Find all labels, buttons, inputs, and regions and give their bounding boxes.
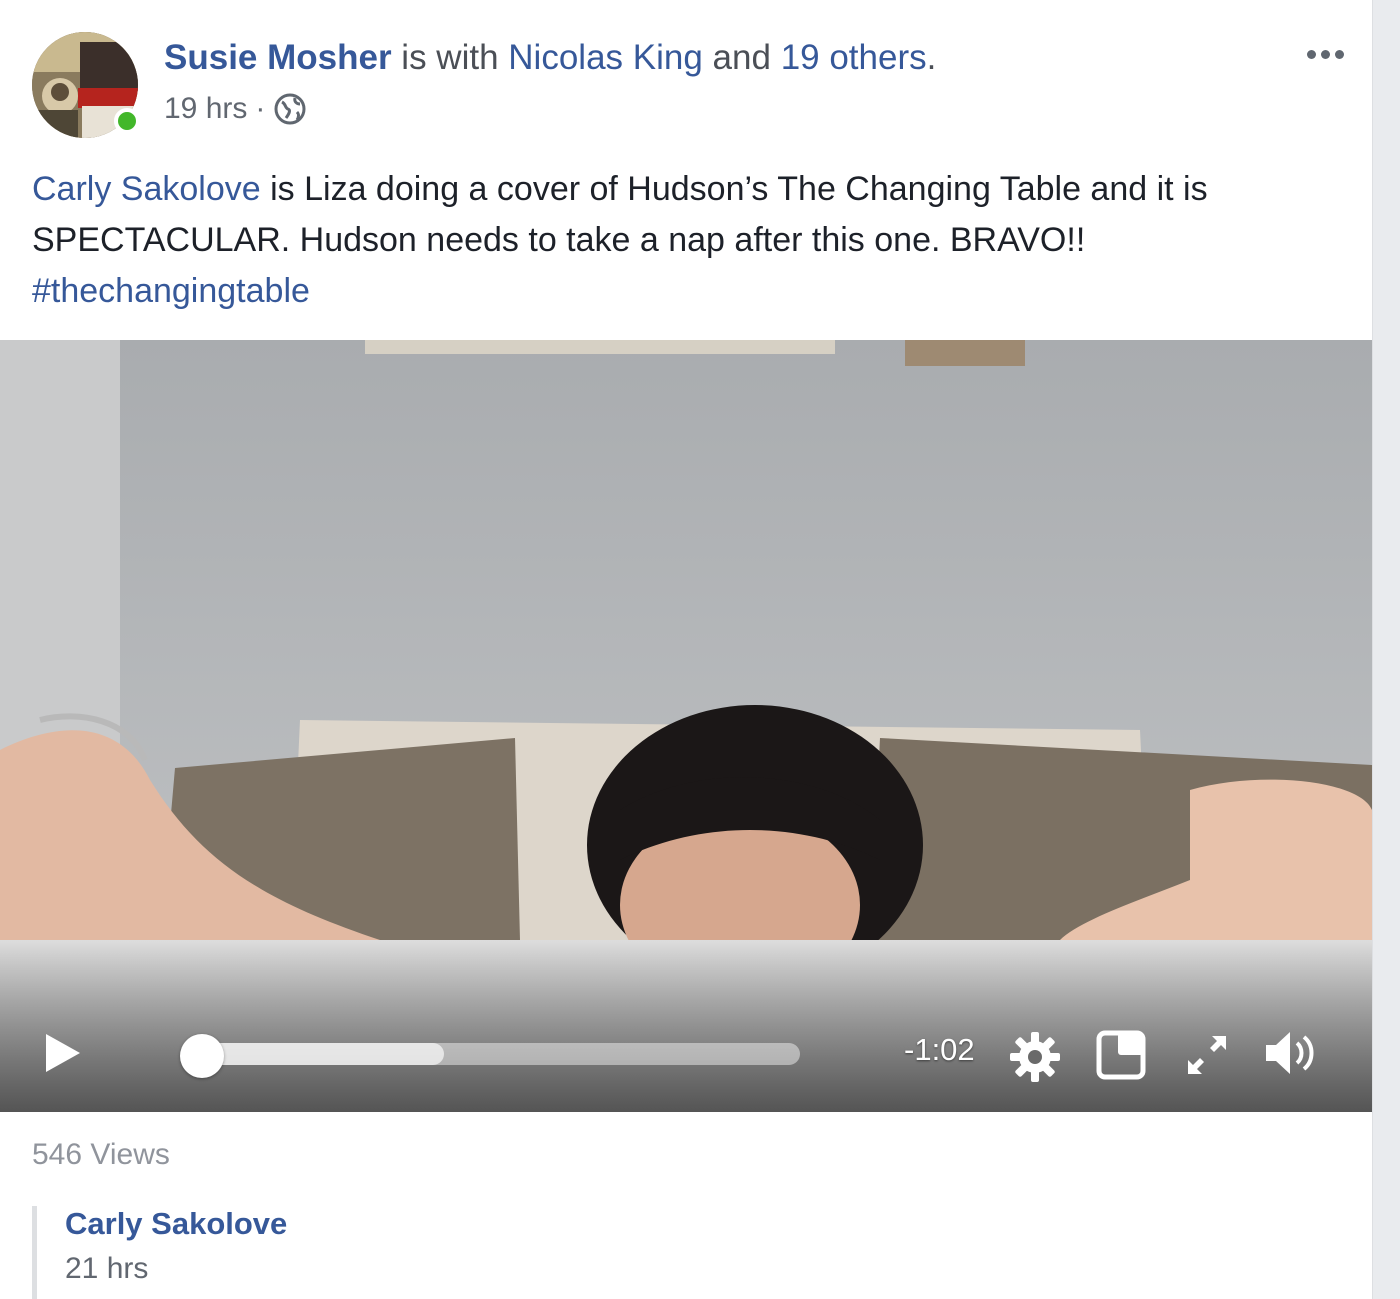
post-meta: 19 hrs ·	[164, 92, 307, 126]
comment-timestamp[interactable]: 21 hrs	[65, 1252, 148, 1286]
globe-icon[interactable]	[273, 92, 307, 126]
view-count: 546 Views	[32, 1138, 170, 1171]
comment-divider	[32, 1206, 37, 1299]
picture-in-picture-icon[interactable]	[1096, 1030, 1146, 1085]
tagged-person-link[interactable]: Nicolas King	[508, 38, 703, 77]
hashtag-link[interactable]: #thechangingtable	[32, 272, 310, 310]
online-status-indicator	[114, 108, 140, 134]
progress-scrubber-handle[interactable]	[180, 1034, 224, 1078]
author-name-link[interactable]: Susie Mosher	[164, 38, 392, 77]
scrollbar-gutter[interactable]	[1372, 0, 1400, 1299]
header-period: .	[926, 38, 937, 77]
with-text: is with	[391, 38, 509, 77]
controls-overlay	[0, 942, 1372, 1112]
play-icon[interactable]	[40, 1030, 86, 1076]
meta-separator: ·	[255, 92, 266, 125]
volume-icon[interactable]	[1264, 1028, 1322, 1083]
comment-author-link[interactable]: Carly Sakolove	[65, 1206, 287, 1242]
and-text: and	[702, 38, 781, 77]
progress-bar[interactable]	[186, 1043, 800, 1065]
post-timestamp[interactable]: 19 hrs	[164, 92, 247, 126]
post-header: Susie Mosher is with Nicolas King and 19…	[164, 38, 936, 78]
time-remaining: -1:02	[904, 1032, 975, 1067]
gear-icon[interactable]	[1008, 1030, 1062, 1089]
more-options-icon[interactable]	[1300, 36, 1350, 72]
fullscreen-icon[interactable]	[1184, 1032, 1230, 1083]
progress-buffered	[186, 1043, 444, 1065]
post-card: Susie Mosher is with Nicolas King and 19…	[0, 0, 1372, 1299]
video-player[interactable]: -1:02	[0, 340, 1372, 1112]
post-body: Carly Sakolove is Liza doing a cover of …	[32, 164, 1352, 317]
others-link[interactable]: 19 others	[781, 38, 927, 77]
mention-link[interactable]: Carly Sakolove	[32, 170, 261, 208]
